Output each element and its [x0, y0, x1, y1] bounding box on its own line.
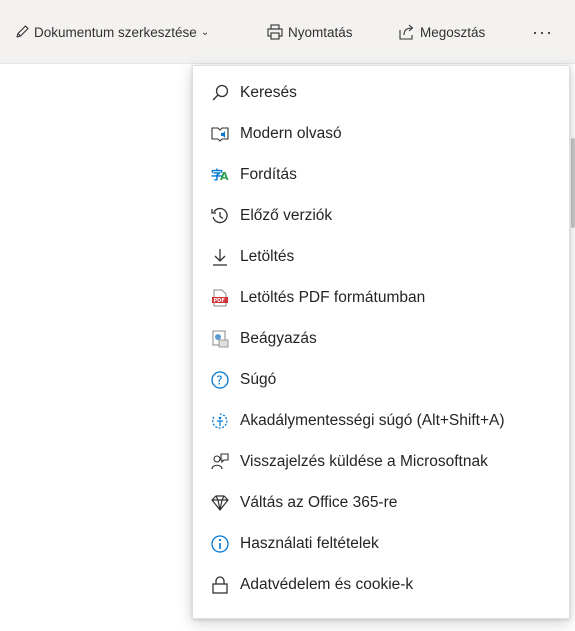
share-button[interactable]: Megosztás	[398, 0, 485, 64]
menu-item-label: Használati feltételek	[240, 534, 379, 552]
menu-item-previous-versions[interactable]: Előző verziók	[193, 195, 569, 236]
menu-item-switch-office365[interactable]: Váltás az Office 365-re	[193, 482, 569, 523]
edit-document-button[interactable]: Dokumentum szerkesztése ⌄	[14, 0, 209, 64]
menu-item-label: Akadálymentességi súgó (Alt+Shift+A)	[240, 411, 505, 429]
chevron-down-icon: ⌄	[200, 26, 210, 38]
share-label: Megosztás	[420, 24, 486, 40]
ellipsis-icon: ···	[532, 21, 553, 42]
menu-item-embed[interactable]: Beágyazás	[193, 318, 569, 359]
menu-item-immersive-reader[interactable]: Modern olvasó	[193, 113, 569, 154]
menu-item-accessibility-help[interactable]: Akadálymentességi súgó (Alt+Shift+A)	[193, 400, 569, 441]
print-label: Nyomtatás	[288, 24, 353, 40]
diamond-icon	[209, 492, 231, 514]
more-options-menu: Keresés Modern olvasó 字A Fordítás Előző …	[192, 65, 570, 619]
menu-item-label: Keresés	[240, 83, 297, 101]
scrollbar-thumb[interactable]	[571, 138, 575, 228]
menu-item-help[interactable]: ? Súgó	[193, 359, 569, 400]
menu-item-download[interactable]: Letöltés	[193, 236, 569, 277]
pdf-icon: PDF	[209, 287, 231, 309]
menu-item-label: Adatvédelem és cookie-k	[240, 575, 414, 593]
menu-item-download-pdf[interactable]: PDF Letöltés PDF formátumban	[193, 277, 569, 318]
menu-item-translate[interactable]: 字A Fordítás	[193, 154, 569, 195]
command-bar: Dokumentum szerkesztése ⌄ Nyomtatás Mego…	[0, 0, 575, 64]
menu-item-search[interactable]: Keresés	[193, 72, 569, 113]
svg-text:A: A	[220, 170, 229, 183]
menu-item-label: Letöltés PDF formátumban	[240, 288, 426, 306]
embed-icon	[209, 328, 231, 350]
menu-item-privacy-cookies[interactable]: Adatvédelem és cookie-k	[193, 564, 569, 605]
menu-item-label: Fordítás	[240, 165, 297, 183]
menu-item-send-feedback[interactable]: Visszajelzés küldése a Microsoftnak	[193, 441, 569, 482]
share-icon	[398, 23, 416, 41]
printer-icon	[266, 23, 284, 41]
download-icon	[209, 246, 231, 268]
edit-document-label: Dokumentum szerkesztése	[34, 24, 197, 40]
more-options-button[interactable]: ···	[532, 0, 553, 64]
svg-text:PDF: PDF	[214, 298, 225, 304]
immersive-reader-icon	[209, 123, 231, 145]
history-icon	[209, 205, 231, 227]
accessibility-icon	[209, 410, 231, 432]
lock-icon	[209, 574, 231, 596]
help-icon: ?	[209, 369, 231, 391]
menu-item-terms-of-use[interactable]: Használati feltételek	[193, 523, 569, 564]
menu-item-label: Beágyazás	[240, 329, 317, 347]
menu-item-label: Visszajelzés küldése a Microsoftnak	[240, 452, 488, 470]
feedback-icon	[209, 451, 231, 473]
svg-text:?: ?	[216, 373, 222, 387]
info-icon	[209, 533, 231, 555]
search-icon	[209, 82, 231, 104]
translate-icon: 字A	[209, 164, 231, 186]
menu-item-label: Letöltés	[240, 247, 295, 265]
menu-item-label: Váltás az Office 365-re	[240, 493, 398, 511]
menu-item-label: Előző verziók	[240, 206, 333, 224]
menu-item-label: Modern olvasó	[240, 124, 342, 142]
pencil-icon	[14, 24, 30, 40]
menu-item-label: Súgó	[240, 370, 277, 388]
print-button[interactable]: Nyomtatás	[266, 0, 353, 64]
